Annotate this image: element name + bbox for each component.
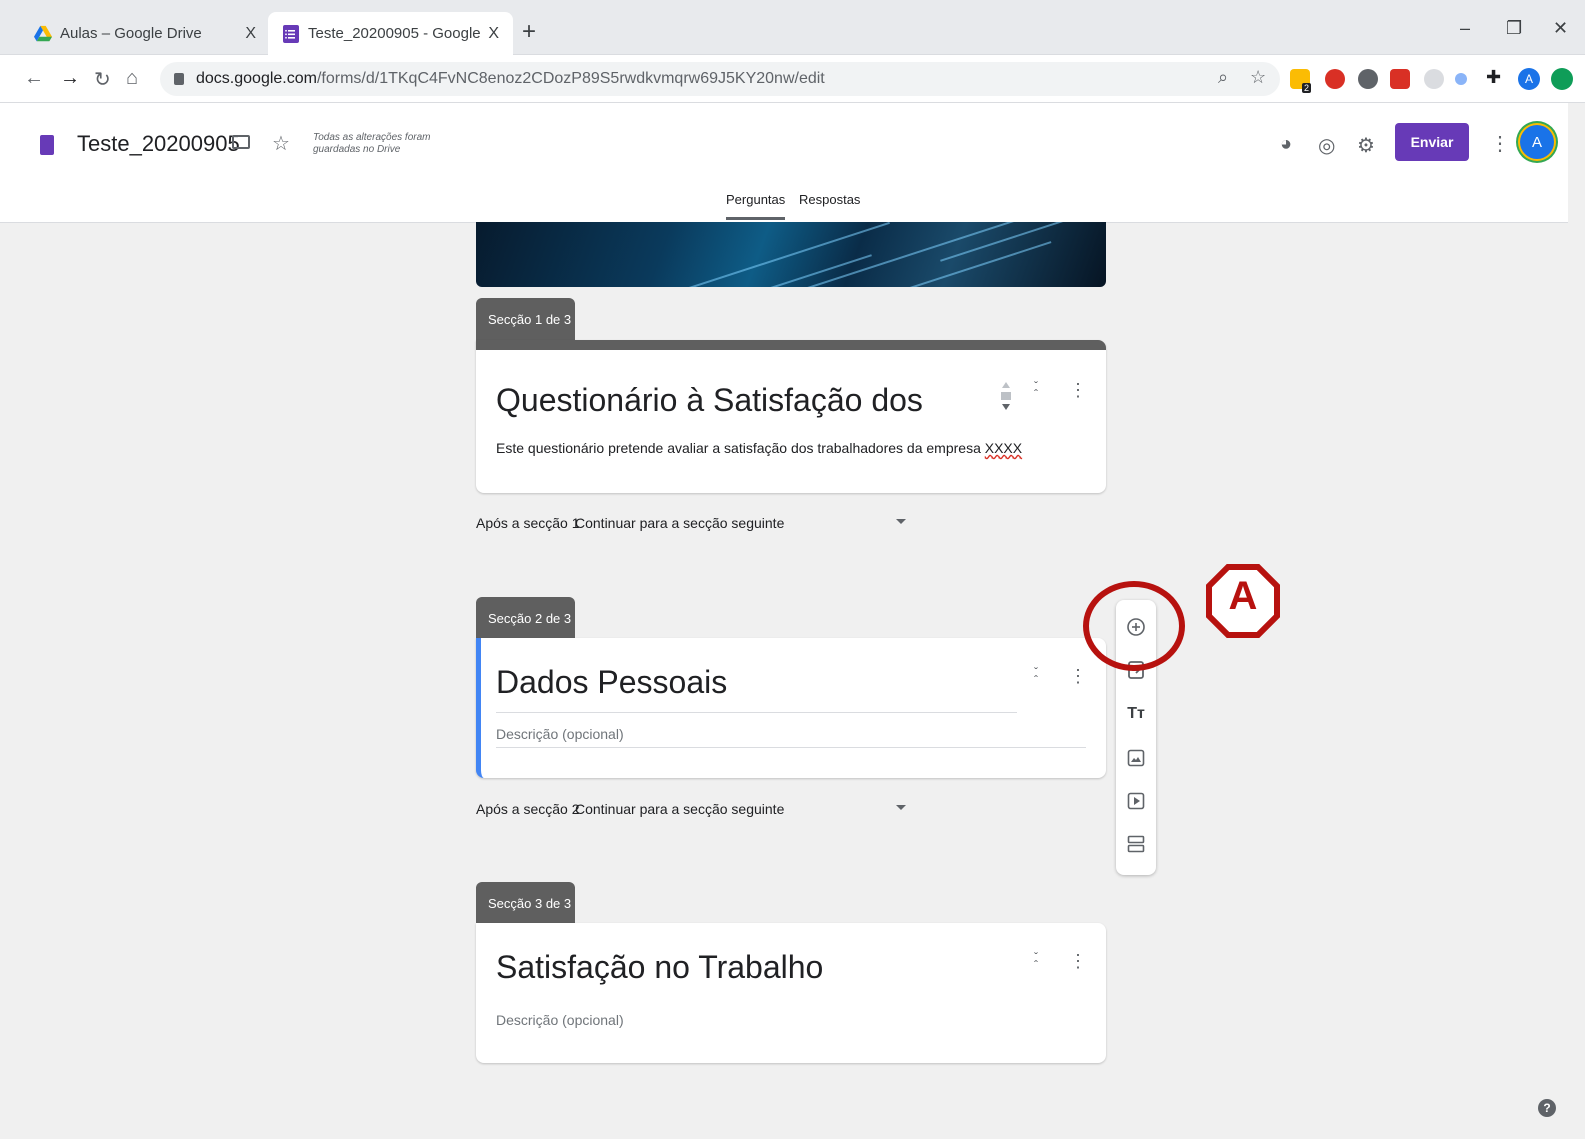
dropdown-arrow-icon[interactable] — [896, 805, 906, 810]
extension-person-icon[interactable] — [1424, 69, 1444, 89]
tab-responses[interactable]: Respostas — [799, 192, 860, 217]
add-section-icon[interactable] — [1124, 832, 1148, 856]
browser-tab-forms[interactable]: Teste_20200905 - Google Forms X — [268, 12, 513, 55]
section-2-card[interactable]: Dados Pessoais ˇˆ ⋮ Descrição (opcional) — [476, 638, 1106, 778]
section-title[interactable]: Satisfação no Trabalho — [496, 949, 823, 986]
reload-icon[interactable]: ↻ — [94, 67, 111, 92]
section-3-label: Secção 3 de 3 — [476, 882, 575, 924]
section-description[interactable]: Este questionário pretende avaliar a sat… — [496, 440, 1022, 456]
adblock-icon[interactable] — [1325, 69, 1345, 89]
settings-gear-icon[interactable]: ⚙ — [1357, 133, 1375, 158]
section-2-label: Secção 2 de 3 — [476, 597, 575, 639]
annotation-label: A — [1228, 574, 1258, 618]
section-title[interactable]: Dados Pessoais — [496, 664, 727, 701]
after-section-label: Após a secção 2 — [476, 801, 580, 817]
new-tab-button[interactable]: + — [522, 18, 536, 46]
profile-avatar[interactable]: A — [1518, 68, 1540, 90]
after-section-label: Após a secção 1 — [476, 515, 580, 531]
description-field[interactable]: Descrição (opcional) — [496, 1012, 624, 1028]
drive-extension-icon[interactable] — [1358, 69, 1378, 89]
add-video-icon[interactable] — [1124, 789, 1148, 813]
section-title[interactable]: Questionário à Satisfação dos — [496, 382, 923, 419]
url-host: docs.google.com — [196, 70, 317, 87]
puzzle-icon[interactable]: ✚ — [1486, 67, 1501, 88]
forward-icon[interactable]: → — [60, 67, 80, 90]
title-scrollbar[interactable] — [1000, 378, 1012, 428]
header-banner-image — [476, 222, 1106, 287]
collapse-icon[interactable]: ˇˆ — [1030, 951, 1042, 971]
collapse-icon[interactable]: ˇˆ — [1030, 666, 1042, 686]
section-menu-icon[interactable]: ⋮ — [1069, 951, 1087, 972]
account-avatar[interactable]: A — [1520, 125, 1554, 159]
section-menu-icon[interactable]: ⋮ — [1069, 666, 1087, 687]
dropdown-arrow-icon[interactable] — [896, 519, 906, 524]
collapse-icon[interactable]: ˇˆ — [1030, 380, 1042, 400]
after-section-2: Após a secção 2 Continuar para a secção … — [476, 801, 906, 817]
browser-tab-drive[interactable]: Aulas – Google Drive X — [20, 12, 270, 55]
tab-title: Teste_20200905 - Google Forms — [308, 25, 481, 42]
lock-icon — [174, 73, 184, 85]
close-tab-icon[interactable]: X — [488, 25, 499, 43]
annotation-circle — [1083, 581, 1185, 671]
preview-eye-icon[interactable]: ◎ — [1318, 133, 1335, 158]
zoom-icon[interactable]: ⌕ — [1218, 67, 1228, 88]
tab-title: Aulas – Google Drive — [60, 25, 202, 42]
spellcheck-word: XXXX — [984, 440, 1023, 456]
add-title-icon[interactable]: Tт — [1124, 702, 1148, 726]
after-section-dropdown[interactable]: Continuar para a secção seguinte — [575, 801, 784, 817]
more-options-icon[interactable]: ⋮ — [1490, 131, 1510, 156]
restore-icon[interactable]: ❐ — [1506, 18, 1522, 39]
section-1-label: Secção 1 de 3 — [476, 298, 575, 340]
address-bar[interactable]: docs.google.com/forms/d/1TKqC4FvNC8enoz2… — [160, 62, 1280, 96]
description-text: Este questionário pretende avaliar a sat… — [496, 440, 985, 456]
description-field[interactable]: Descrição (opcional) — [496, 726, 624, 742]
add-image-icon[interactable] — [1124, 746, 1148, 770]
help-icon[interactable]: ? — [1538, 1099, 1556, 1117]
browser-toolbar: ← → ↻ ⌂ docs.google.com/forms/d/1TKqC4Fv… — [0, 55, 1585, 103]
browser-tab-bar: Aulas – Google Drive X Teste_20200905 - … — [0, 0, 1585, 55]
forms-header: Teste_20200905 ☆ Todas as alterações for… — [0, 103, 1568, 223]
star-icon[interactable]: ☆ — [272, 131, 290, 156]
folder-icon[interactable] — [232, 135, 250, 149]
description-underline — [496, 747, 1086, 748]
extension-badge: 2 — [1302, 83, 1312, 93]
bookmark-star-icon[interactable]: ☆ — [1250, 67, 1266, 88]
update-icon[interactable] — [1551, 68, 1573, 90]
close-window-icon[interactable]: ✕ — [1553, 18, 1568, 39]
after-section-dropdown[interactable]: Continuar para a secção seguinte — [575, 515, 784, 531]
tab-questions[interactable]: Perguntas — [726, 192, 786, 220]
minimize-icon[interactable]: – — [1460, 18, 1470, 39]
close-tab-icon[interactable]: X — [245, 25, 256, 43]
section-1-card[interactable]: Questionário à Satisfação dos ˇˆ ⋮ Este … — [476, 340, 1106, 493]
url-path: /forms/d/1TKqC4FvNC8enoz2CDozP89S5rwdkvm… — [316, 70, 825, 87]
extension-red-icon[interactable] — [1390, 69, 1410, 89]
forms-doc-icon[interactable] — [40, 135, 54, 155]
google-drive-icon — [34, 25, 52, 41]
send-button[interactable]: Enviar — [1395, 123, 1469, 161]
section-menu-icon[interactable]: ⋮ — [1069, 380, 1087, 401]
save-status: Todas as alterações foram guardadas no D… — [313, 132, 431, 155]
document-title[interactable]: Teste_20200905 — [77, 131, 240, 157]
palette-icon[interactable]: ◕ — [1280, 133, 1292, 156]
google-forms-icon — [283, 24, 299, 43]
section-3-card[interactable]: Satisfação no Trabalho ˇˆ ⋮ Descrição (o… — [476, 923, 1106, 1063]
after-section-1: Após a secção 1 Continuar para a secção … — [476, 515, 906, 531]
title-underline — [496, 712, 1017, 713]
back-icon[interactable]: ← — [24, 67, 44, 90]
audio-extension-icon[interactable] — [1455, 73, 1467, 85]
home-icon[interactable]: ⌂ — [126, 67, 138, 90]
